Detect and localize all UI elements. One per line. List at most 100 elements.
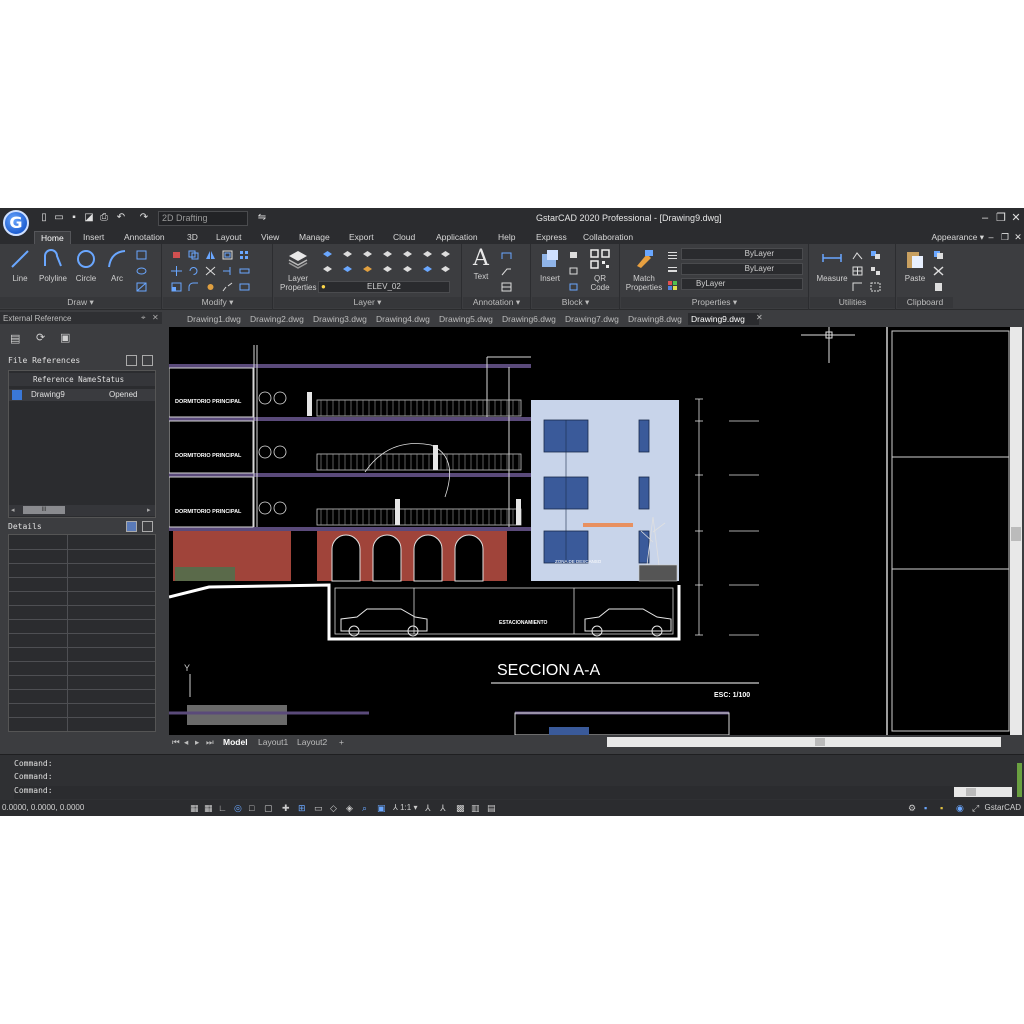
doc-tab-drawing5[interactable]: Drawing5.dwg — [436, 313, 496, 325]
draw-panel-label[interactable]: Draw ▾ — [0, 297, 161, 308]
ribbon-close-icon[interactable]: ✕ — [1011, 230, 1024, 244]
table-icon[interactable] — [501, 282, 512, 292]
vertical-scroll-thumb[interactable] — [1011, 527, 1021, 541]
break-icon[interactable] — [222, 282, 233, 292]
layer-state-icon-6[interactable] — [422, 250, 433, 260]
leader-icon[interactable] — [501, 266, 512, 276]
workspace-switch-icon[interactable]: ▩ — [456, 803, 466, 813]
appearance-menu[interactable]: Appearance ▾ — [932, 232, 984, 243]
copy-icon[interactable] — [188, 250, 199, 260]
tab-annotation[interactable]: Annotation — [118, 231, 171, 244]
refresh-icon[interactable]: ⟳ — [36, 331, 45, 344]
ellipse-icon[interactable] — [136, 266, 147, 276]
dimension-icon[interactable] — [501, 250, 512, 260]
tab-home[interactable]: Home — [34, 231, 71, 244]
doc-tab-drawing1[interactable]: Drawing1.dwg — [184, 313, 244, 325]
group-icon[interactable] — [870, 250, 881, 260]
lineweight-toggle-icon[interactable]: ⊞ — [298, 803, 308, 813]
scale-icon[interactable] — [171, 282, 182, 292]
prev-layout-icon[interactable]: ◂ — [184, 736, 188, 748]
measure-button[interactable]: Measure — [814, 248, 850, 283]
doc-tab-drawing8[interactable]: Drawing8.dwg — [625, 313, 685, 325]
arc-button[interactable]: Arc — [103, 248, 131, 283]
app-logo-icon[interactable]: G — [3, 210, 29, 236]
polar-icon[interactable]: ◎ — [234, 803, 244, 813]
block-edit-icon[interactable] — [568, 250, 579, 260]
lock-icon[interactable]: ▪ — [924, 803, 934, 813]
doc-tab-drawing7[interactable]: Drawing7.dwg — [562, 313, 622, 325]
otrack-icon[interactable]: ▢ — [264, 803, 274, 813]
doc-tab-drawing3[interactable]: Drawing3.dwg — [310, 313, 370, 325]
layer-freeze-icon[interactable] — [342, 265, 353, 275]
tab-3d[interactable]: 3D — [181, 231, 204, 244]
mirror-icon[interactable] — [205, 250, 216, 260]
layer-lock-icon[interactable] — [362, 265, 373, 275]
command-resize-handle[interactable] — [1017, 763, 1022, 797]
annotation-visibility-icon[interactable]: ⅄ — [425, 803, 435, 813]
stretch-icon[interactable] — [239, 266, 250, 276]
tab-model[interactable]: Model — [223, 736, 248, 748]
id-point-icon[interactable] — [852, 282, 863, 292]
layer-previous-icon[interactable] — [402, 265, 413, 275]
save-as-icon[interactable]: ◪ — [83, 212, 95, 224]
tab-export[interactable]: Export — [343, 231, 380, 244]
redo-icon[interactable]: ↷ — [138, 212, 150, 224]
ungroup-icon[interactable] — [870, 266, 881, 276]
preview-view-icon[interactable] — [142, 521, 153, 532]
clean-screen-icon[interactable]: ▤ — [487, 803, 497, 813]
scroll-thumb[interactable]: III — [23, 506, 65, 514]
hatch-icon[interactable] — [136, 282, 147, 292]
tab-collaboration[interactable]: Collaboration — [577, 231, 639, 244]
ortho-icon[interactable]: ∟ — [218, 803, 228, 813]
doc-tab-drawing9[interactable]: Drawing9.dwg — [688, 313, 759, 325]
copy-base-icon[interactable] — [933, 282, 944, 292]
layer-toggle-icon[interactable]: ◈ — [346, 803, 356, 813]
extend-icon[interactable] — [222, 266, 233, 276]
ref-row-drawing9[interactable]: Drawing9 Opened — [9, 389, 155, 401]
match-properties-button[interactable]: Match Properties — [625, 248, 663, 292]
copy-clip-icon[interactable] — [933, 250, 944, 260]
scroll-left-icon[interactable]: ◂ — [11, 506, 15, 514]
calculator-icon[interactable] — [852, 266, 863, 276]
tree-view-icon[interactable] — [142, 355, 153, 366]
horizontal-scroll-thumb[interactable] — [815, 738, 825, 746]
trim-icon[interactable] — [205, 266, 216, 276]
lineweight-dropdown[interactable]: ByLayer — [681, 263, 803, 275]
horizontal-scrollbar[interactable] — [607, 737, 1001, 747]
ribbon-restore-icon[interactable]: ❐ — [998, 230, 1012, 244]
scroll-right-icon[interactable]: ▸ — [147, 506, 151, 514]
attach-icon[interactable]: ▤ — [10, 332, 20, 345]
layer-isolate-icon[interactable] — [322, 265, 333, 275]
doc-tab-drawing6[interactable]: Drawing6.dwg — [499, 313, 559, 325]
tab-cloud[interactable]: Cloud — [387, 231, 421, 244]
tab-insert[interactable]: Insert — [77, 231, 110, 244]
new-file-icon[interactable]: ▯ — [38, 212, 50, 224]
layer-panel-label[interactable]: Layer ▾ — [274, 297, 461, 308]
doc-tab-drawing4[interactable]: Drawing4.dwg — [373, 313, 433, 325]
block-attribute-icon[interactable] — [568, 282, 579, 292]
save-icon[interactable]: ▪ — [68, 212, 80, 224]
layer-match-icon[interactable] — [382, 265, 393, 275]
ref-horizontal-scrollbar[interactable]: ◂ III ▸ — [9, 505, 155, 516]
tab-help[interactable]: Help — [492, 231, 521, 244]
offset-icon[interactable] — [222, 250, 233, 260]
restore-icon[interactable]: ❐ — [994, 211, 1008, 225]
palette-close-icon[interactable]: ✕ — [152, 313, 159, 322]
polyline-button[interactable]: Polyline — [36, 248, 70, 283]
block-panel-label[interactable]: Block ▾ — [532, 297, 619, 308]
explode-icon[interactable] — [205, 282, 216, 292]
layer-properties-button[interactable]: Layer Properties — [280, 248, 316, 292]
select-all-icon[interactable] — [870, 282, 881, 292]
add-layout-icon[interactable]: + — [339, 736, 344, 748]
rectangle-icon[interactable] — [136, 250, 147, 260]
fillet-icon[interactable] — [188, 282, 199, 292]
circle-button[interactable]: Circle — [72, 248, 100, 283]
layer-state-icon-3[interactable] — [362, 250, 373, 260]
doc-tab-close-icon[interactable]: ✕ — [756, 313, 763, 322]
tab-express[interactable]: Express — [530, 231, 573, 244]
color-dropdown[interactable]: ByLayer — [681, 248, 803, 260]
array-icon[interactable] — [239, 250, 250, 260]
tab-layout[interactable]: Layout — [210, 231, 248, 244]
transparency-icon[interactable]: ▭ — [314, 803, 324, 813]
vertical-scrollbar[interactable] — [1010, 327, 1022, 735]
